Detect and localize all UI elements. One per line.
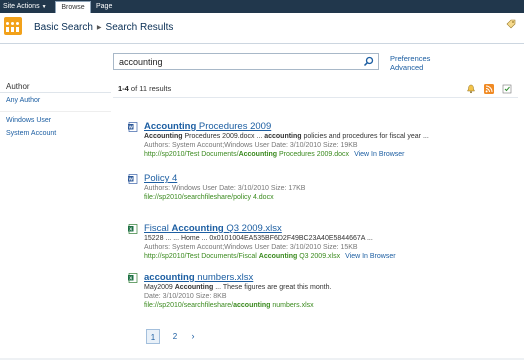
snippet-hit: accounting bbox=[264, 133, 302, 140]
snippet-hit: Accounting bbox=[144, 133, 183, 140]
url-hit: Accounting bbox=[258, 253, 298, 260]
result-title-link[interactable]: Accounting Procedures 2009 bbox=[144, 121, 271, 132]
svg-text:X: X bbox=[129, 226, 132, 231]
result-title-link[interactable]: Policy 4 bbox=[144, 173, 177, 184]
result-url-row: http://sp2010/Test Documents/Accounting … bbox=[144, 151, 405, 159]
rss-icon[interactable] bbox=[484, 84, 494, 94]
word-document-icon: W bbox=[128, 174, 138, 184]
breadcrumb-search-results: Search Results bbox=[105, 22, 174, 33]
result-title-text: numbers.xlsx bbox=[194, 272, 254, 283]
snippet-text: May2009 bbox=[144, 284, 175, 291]
result-snippet: May2009 Accounting ... These figures are… bbox=[144, 284, 331, 292]
search-input[interactable] bbox=[114, 54, 354, 69]
url-text: Procedures 2009.docx bbox=[277, 151, 350, 158]
view-in-browser-link[interactable]: View In Browser bbox=[345, 253, 395, 260]
title-bar: Basic Search ▶ Search Results bbox=[0, 13, 524, 44]
result-item: W Policy 4 Authors: Windows User Date: 3… bbox=[128, 173, 518, 213]
search-box bbox=[113, 53, 379, 70]
result-url[interactable]: file://sp2010/searchfileshare/policy 4.d… bbox=[144, 194, 274, 201]
url-text: http://sp2010/Test Documents/Fiscal bbox=[144, 253, 259, 260]
refinement-heading: Author bbox=[0, 81, 111, 93]
url-text: numbers.xlsx bbox=[270, 302, 314, 309]
excel-document-icon: X bbox=[128, 273, 138, 283]
excel-document-icon: X bbox=[128, 224, 138, 234]
url-text: file://sp2010/searchfileshare/ bbox=[144, 302, 234, 309]
word-document-icon: W bbox=[128, 122, 138, 132]
result-title-text: Fiscal bbox=[144, 223, 172, 234]
refiner-any-author[interactable]: Any Author bbox=[0, 96, 111, 105]
result-metadata: Authors: Windows User Date: 3/10/2010 Si… bbox=[144, 185, 306, 192]
svg-text:X: X bbox=[129, 275, 132, 280]
result-item: X Fiscal Accounting Q3 2009.xlsx 15228 .… bbox=[128, 223, 518, 263]
refinement-panel: Author Any Author Windows User System Ac… bbox=[0, 81, 111, 138]
result-url-row: file://sp2010/searchfileshare/policy 4.d… bbox=[144, 194, 274, 202]
results-range: 1-4 bbox=[118, 84, 129, 93]
refiner-system-account[interactable]: System Account bbox=[0, 129, 111, 138]
breadcrumb-separator-icon: ▶ bbox=[96, 25, 102, 31]
result-url-row: file://sp2010/searchfileshare/accounting… bbox=[144, 302, 314, 310]
url-hit: Accounting bbox=[238, 151, 278, 158]
result-title-hit: accounting bbox=[144, 272, 195, 283]
page-1-current[interactable]: 1 bbox=[146, 329, 160, 344]
result-url[interactable]: file://sp2010/searchfileshare/accounting… bbox=[144, 302, 314, 309]
result-snippet: 15228 ... ... Home ... 0x0101004EA535BF6… bbox=[144, 235, 373, 242]
advanced-search-link[interactable]: Advanced bbox=[390, 63, 423, 72]
result-snippet: Accounting Procedures 2009.docx ... acco… bbox=[144, 133, 429, 141]
tab-browse[interactable]: Browse bbox=[55, 1, 91, 13]
url-hit: accounting bbox=[233, 302, 271, 309]
result-title-hit: Accounting bbox=[144, 121, 197, 132]
site-actions-label: Site Actions bbox=[3, 3, 40, 10]
site-actions-menu[interactable]: Site Actions ▼ bbox=[3, 2, 47, 12]
url-text: http://sp2010/Test Documents/ bbox=[144, 151, 239, 158]
result-metadata: Authors: System Account;Windows User Dat… bbox=[144, 142, 358, 149]
preferences-link[interactable]: Preferences bbox=[390, 54, 430, 63]
snippet-text: Procedures 2009.docx ... bbox=[182, 133, 265, 140]
results-count: 1-4 of 11 results bbox=[118, 84, 171, 93]
result-metadata: Date: 3/10/2010 Size: 8KB bbox=[144, 293, 227, 300]
next-page-icon[interactable]: › bbox=[186, 329, 200, 344]
tags-notes-icon[interactable] bbox=[506, 19, 516, 29]
result-metadata: Authors: System Account;Windows User Dat… bbox=[144, 244, 358, 251]
result-title-link[interactable]: accounting numbers.xlsx bbox=[144, 272, 253, 283]
result-title-text: Q3 2009.xlsx bbox=[223, 223, 282, 234]
tab-page[interactable]: Page bbox=[96, 2, 112, 11]
snippet-text: policies and procedures for fiscal year … bbox=[301, 133, 429, 140]
result-url[interactable]: http://sp2010/Test Documents/Accounting … bbox=[144, 151, 349, 158]
result-title-text: Procedures 2009 bbox=[196, 121, 272, 132]
settings-icon[interactable] bbox=[502, 84, 512, 94]
refiner-windows-user[interactable]: Windows User bbox=[0, 111, 111, 125]
search-alert-icon[interactable] bbox=[466, 84, 476, 94]
results-divider bbox=[113, 97, 518, 98]
view-in-browser-link[interactable]: View In Browser bbox=[354, 151, 404, 158]
page-2-link[interactable]: 2 bbox=[168, 329, 182, 344]
search-icon[interactable] bbox=[363, 56, 374, 67]
ribbon-bar: Site Actions ▼ Browse Page bbox=[0, 0, 524, 13]
sharepoint-site-logo-icon[interactable] bbox=[4, 17, 22, 35]
url-text: Q3 2009.xlsx bbox=[297, 253, 341, 260]
snippet-text: ... These figures are great this month. bbox=[213, 284, 332, 291]
snippet-hit: Accounting bbox=[174, 284, 214, 291]
chevron-down-icon: ▼ bbox=[41, 4, 47, 10]
result-item: X accounting numbers.xlsx May2009 Accoun… bbox=[128, 272, 518, 312]
breadcrumb-basic-search[interactable]: Basic Search bbox=[34, 22, 93, 33]
result-url[interactable]: http://sp2010/Test Documents/Fiscal Acco… bbox=[144, 253, 340, 260]
results-total: of 11 results bbox=[128, 84, 172, 93]
result-title-link[interactable]: Fiscal Accounting Q3 2009.xlsx bbox=[144, 223, 282, 234]
result-url-row: http://sp2010/Test Documents/Fiscal Acco… bbox=[144, 253, 396, 261]
breadcrumb: Basic Search ▶ Search Results bbox=[34, 22, 173, 34]
result-item: W Accounting Procedures 2009 Accounting … bbox=[128, 121, 518, 161]
result-title-hit: Accounting bbox=[171, 223, 224, 234]
